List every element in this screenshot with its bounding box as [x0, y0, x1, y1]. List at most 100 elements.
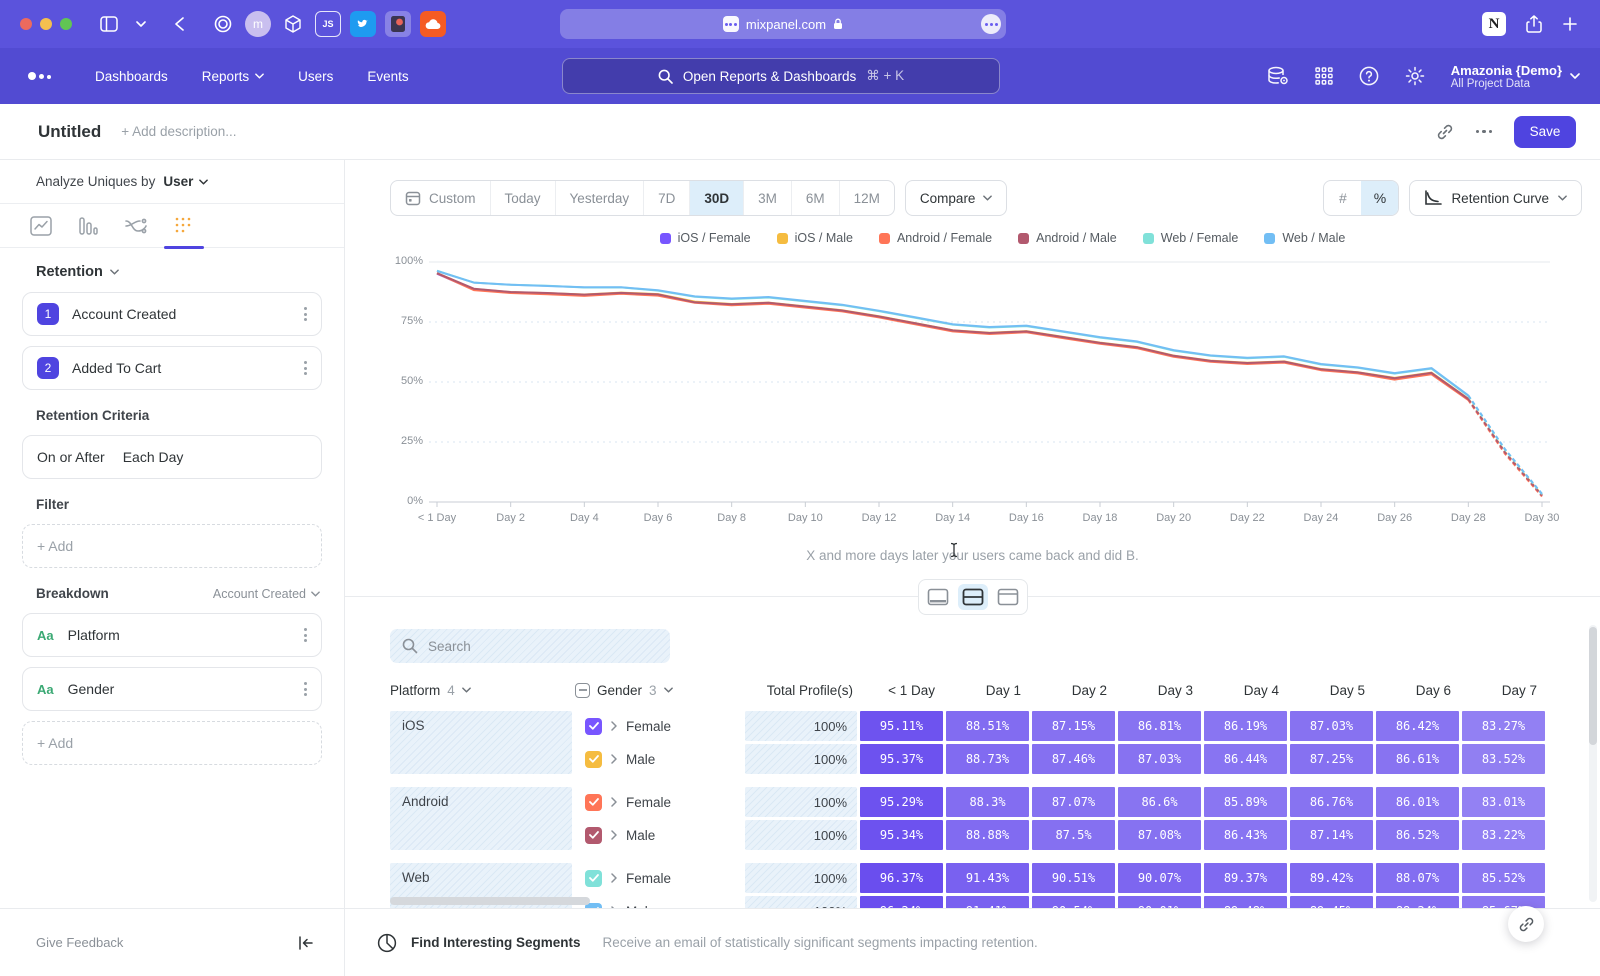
gender-cell[interactable]: Female: [575, 863, 742, 893]
total-profiles-cell[interactable]: 100%: [745, 820, 857, 850]
horizontal-scrollbar[interactable]: [390, 897, 1530, 905]
retention-cell-day-4[interactable]: 85.89%: [1204, 787, 1287, 817]
retention-cell-day-5[interactable]: 89.42%: [1290, 863, 1373, 893]
legend-item-ios-female[interactable]: iOS / Female: [660, 230, 751, 246]
close-window-icon[interactable]: [20, 18, 32, 30]
global-search[interactable]: Open Reports & Dashboards ⌘ + K: [562, 58, 1000, 94]
compare-button[interactable]: Compare: [905, 180, 1008, 216]
retention-cell-day-7[interactable]: 85.52%: [1462, 863, 1545, 893]
day-column-header-day-2[interactable]: Day 2: [1035, 683, 1121, 698]
layout-table-only-button[interactable]: [993, 584, 1023, 610]
expand-chevron-icon[interactable]: [611, 754, 617, 764]
more-options-icon[interactable]: [304, 682, 307, 696]
day-column-header-1-day[interactable]: < 1 Day: [863, 683, 949, 698]
checkbox-web-female[interactable]: [585, 870, 602, 887]
give-feedback-link[interactable]: Give Feedback: [36, 935, 123, 950]
js-icon[interactable]: JS: [315, 11, 341, 37]
share-icon[interactable]: [1526, 15, 1542, 33]
data-management-icon[interactable]: [1267, 66, 1289, 86]
chevron-down-icon[interactable]: [136, 21, 146, 27]
zoom-window-icon[interactable]: [60, 18, 72, 30]
add-description[interactable]: + Add description...: [121, 124, 236, 139]
legend-item-android-male[interactable]: Android / Male: [1018, 230, 1117, 246]
platform-cell[interactable]: iOS: [390, 711, 572, 774]
retention-cell-day-5[interactable]: 87.14%: [1290, 820, 1373, 850]
day-column-header-day-6[interactable]: Day 6: [1379, 683, 1465, 698]
retention-cell-day-1[interactable]: 91.43%: [946, 863, 1029, 893]
breakdown-item-platform[interactable]: AaPlatform: [22, 613, 322, 657]
new-tab-icon[interactable]: [1562, 16, 1578, 32]
vertical-scrollbar[interactable]: [1589, 625, 1597, 902]
breakdown-item-gender[interactable]: AaGender: [22, 667, 322, 711]
range-button-3m[interactable]: 3M: [743, 181, 791, 215]
nav-item-events[interactable]: Events: [367, 69, 408, 84]
nav-item-reports[interactable]: Reports: [202, 69, 264, 84]
retention-cell-day-7[interactable]: 83.27%: [1462, 711, 1545, 741]
retention-cell-1-day[interactable]: 95.11%: [860, 711, 943, 741]
retention-cell-1-day[interactable]: 96.37%: [860, 863, 943, 893]
retention-cell-day-6[interactable]: 86.01%: [1376, 787, 1459, 817]
retention-cell-1-day[interactable]: 95.29%: [860, 787, 943, 817]
retention-cell-day-4[interactable]: 86.19%: [1204, 711, 1287, 741]
help-icon[interactable]: [1359, 66, 1379, 86]
retention-cell-day-6[interactable]: 86.61%: [1376, 744, 1459, 774]
onepassword-icon[interactable]: [210, 11, 236, 37]
more-options-icon[interactable]: [304, 307, 307, 321]
legend-item-web-female[interactable]: Web / Female: [1143, 230, 1239, 246]
table-search-input[interactable]: Search: [390, 629, 670, 663]
copy-link-icon[interactable]: [1436, 123, 1454, 141]
range-button-6m[interactable]: 6M: [791, 181, 839, 215]
gender-cell[interactable]: Female: [575, 711, 742, 741]
back-icon[interactable]: [166, 11, 192, 37]
more-options-icon[interactable]: [304, 361, 307, 375]
expand-chevron-icon[interactable]: [611, 906, 617, 908]
legend-item-web-male[interactable]: Web / Male: [1264, 230, 1345, 246]
retention-cell-day-2[interactable]: 87.07%: [1032, 787, 1115, 817]
range-button-7d[interactable]: 7D: [643, 181, 689, 215]
mixpanel-logo-icon[interactable]: [28, 72, 51, 80]
soundcloud-icon[interactable]: [420, 11, 446, 37]
expand-chevron-icon[interactable]: [611, 721, 617, 731]
retention-cell-day-4[interactable]: 86.43%: [1204, 820, 1287, 850]
retention-cell-day-2[interactable]: 87.46%: [1032, 744, 1115, 774]
legend-item-android-female[interactable]: Android / Female: [879, 230, 992, 246]
report-title[interactable]: Untitled: [38, 122, 101, 142]
save-button[interactable]: Save: [1514, 116, 1576, 148]
retention-cell-day-7[interactable]: 83.52%: [1462, 744, 1545, 774]
settings-gear-icon[interactable]: [1405, 66, 1425, 86]
retention-cell-day-4[interactable]: 86.44%: [1204, 744, 1287, 774]
range-button-custom[interactable]: Custom: [391, 181, 490, 215]
day-column-header-day-3[interactable]: Day 3: [1121, 683, 1207, 698]
retention-cell-day-5[interactable]: 87.25%: [1290, 744, 1373, 774]
gender-cell[interactable]: Male: [575, 820, 742, 850]
mixpanel-extension-icon[interactable]: [385, 11, 411, 37]
more-options-icon[interactable]: [1476, 130, 1493, 134]
retention-cell-day-1[interactable]: 88.73%: [946, 744, 1029, 774]
sidebar-toggle-icon[interactable]: [96, 11, 122, 37]
retention-cell-1-day[interactable]: 95.34%: [860, 820, 943, 850]
breakdown-scope-selector[interactable]: Account Created: [213, 587, 320, 601]
range-button-12m[interactable]: 12M: [839, 181, 894, 215]
add-filter-button[interactable]: + Add: [22, 524, 322, 568]
retention-step-account-created[interactable]: 1Account Created: [22, 292, 322, 336]
notion-icon[interactable]: N: [1482, 12, 1506, 36]
retention-section-heading[interactable]: Retention: [22, 264, 322, 280]
platform-cell[interactable]: Android: [390, 787, 572, 850]
retention-cell-day-1[interactable]: 88.51%: [946, 711, 1029, 741]
retention-criteria-selector[interactable]: On or After Each Day: [22, 435, 322, 479]
unit-number-button[interactable]: #: [1324, 181, 1361, 215]
gender-cell[interactable]: Male: [575, 744, 742, 774]
day-column-header-day-4[interactable]: Day 4: [1207, 683, 1293, 698]
range-button-30d[interactable]: 30D: [689, 181, 743, 215]
layout-chart-only-button[interactable]: [923, 584, 953, 610]
add-breakdown-button[interactable]: + Add: [22, 721, 322, 765]
find-segments-title[interactable]: Find Interesting Segments: [411, 935, 581, 950]
project-selector[interactable]: Amazonia {Demo} All Project Data: [1451, 63, 1580, 90]
retention-cell-day-7[interactable]: 83.22%: [1462, 820, 1545, 850]
checkbox-android-female[interactable]: [585, 794, 602, 811]
cube-icon[interactable]: [280, 11, 306, 37]
legend-item-ios-male[interactable]: iOS / Male: [777, 230, 853, 246]
tab-insights[interactable]: [30, 204, 52, 248]
retention-cell-day-2[interactable]: 87.15%: [1032, 711, 1115, 741]
analyze-entity-selector[interactable]: User: [163, 174, 208, 189]
